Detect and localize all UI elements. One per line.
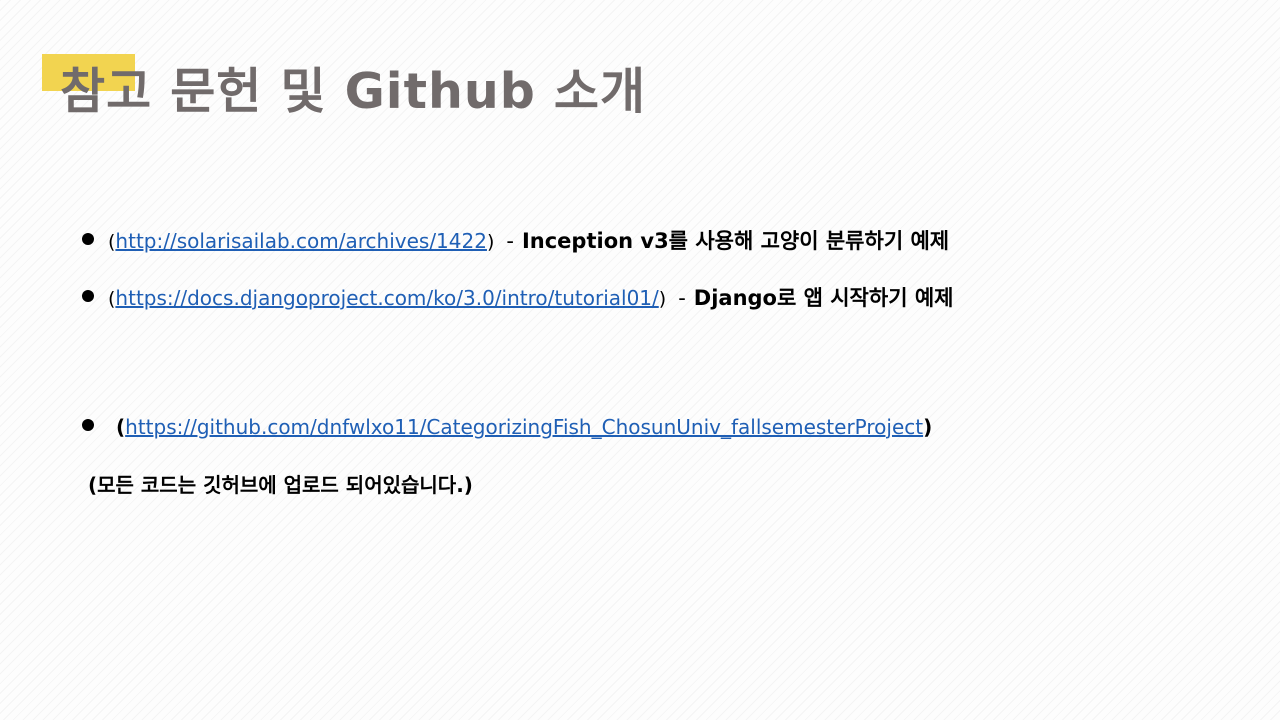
github-item: (https://github.com/dnfwlxo11/Categorizi… bbox=[82, 412, 932, 442]
reference-description: Django로 앱 시작하기 예제 bbox=[693, 286, 954, 310]
separator: - bbox=[506, 229, 514, 253]
separator: - bbox=[678, 286, 686, 310]
slide: 참고 문헌 및 Github 소개 (http://solarisailab.c… bbox=[0, 0, 1280, 720]
bullet-icon bbox=[82, 233, 94, 245]
reference-item: (https://docs.djangoproject.com/ko/3.0/i… bbox=[82, 283, 953, 314]
bullet-icon bbox=[82, 419, 94, 431]
close-paren: ) bbox=[486, 231, 495, 253]
slide-title: 참고 문헌 및 Github 소개 bbox=[60, 63, 647, 120]
upload-note: (모든 코드는 깃허브에 업로드 되어있습니다.) bbox=[88, 473, 473, 497]
github-link[interactable]: https://github.com/dnfwlxo11/Categorizin… bbox=[125, 415, 923, 439]
reference-link[interactable]: https://docs.djangoproject.com/ko/3.0/in… bbox=[115, 286, 658, 310]
bullet-icon bbox=[82, 290, 94, 302]
reference-description: Inception v3를 사용해 고양이 분류하기 예제 bbox=[521, 229, 950, 253]
close-paren: ) bbox=[658, 288, 667, 310]
reference-link[interactable]: http://solarisailab.com/archives/1422 bbox=[115, 229, 487, 253]
close-paren: ) bbox=[923, 415, 933, 439]
open-paren: ( bbox=[116, 415, 126, 439]
reference-item: (http://solarisailab.com/archives/1422) -… bbox=[82, 226, 949, 257]
